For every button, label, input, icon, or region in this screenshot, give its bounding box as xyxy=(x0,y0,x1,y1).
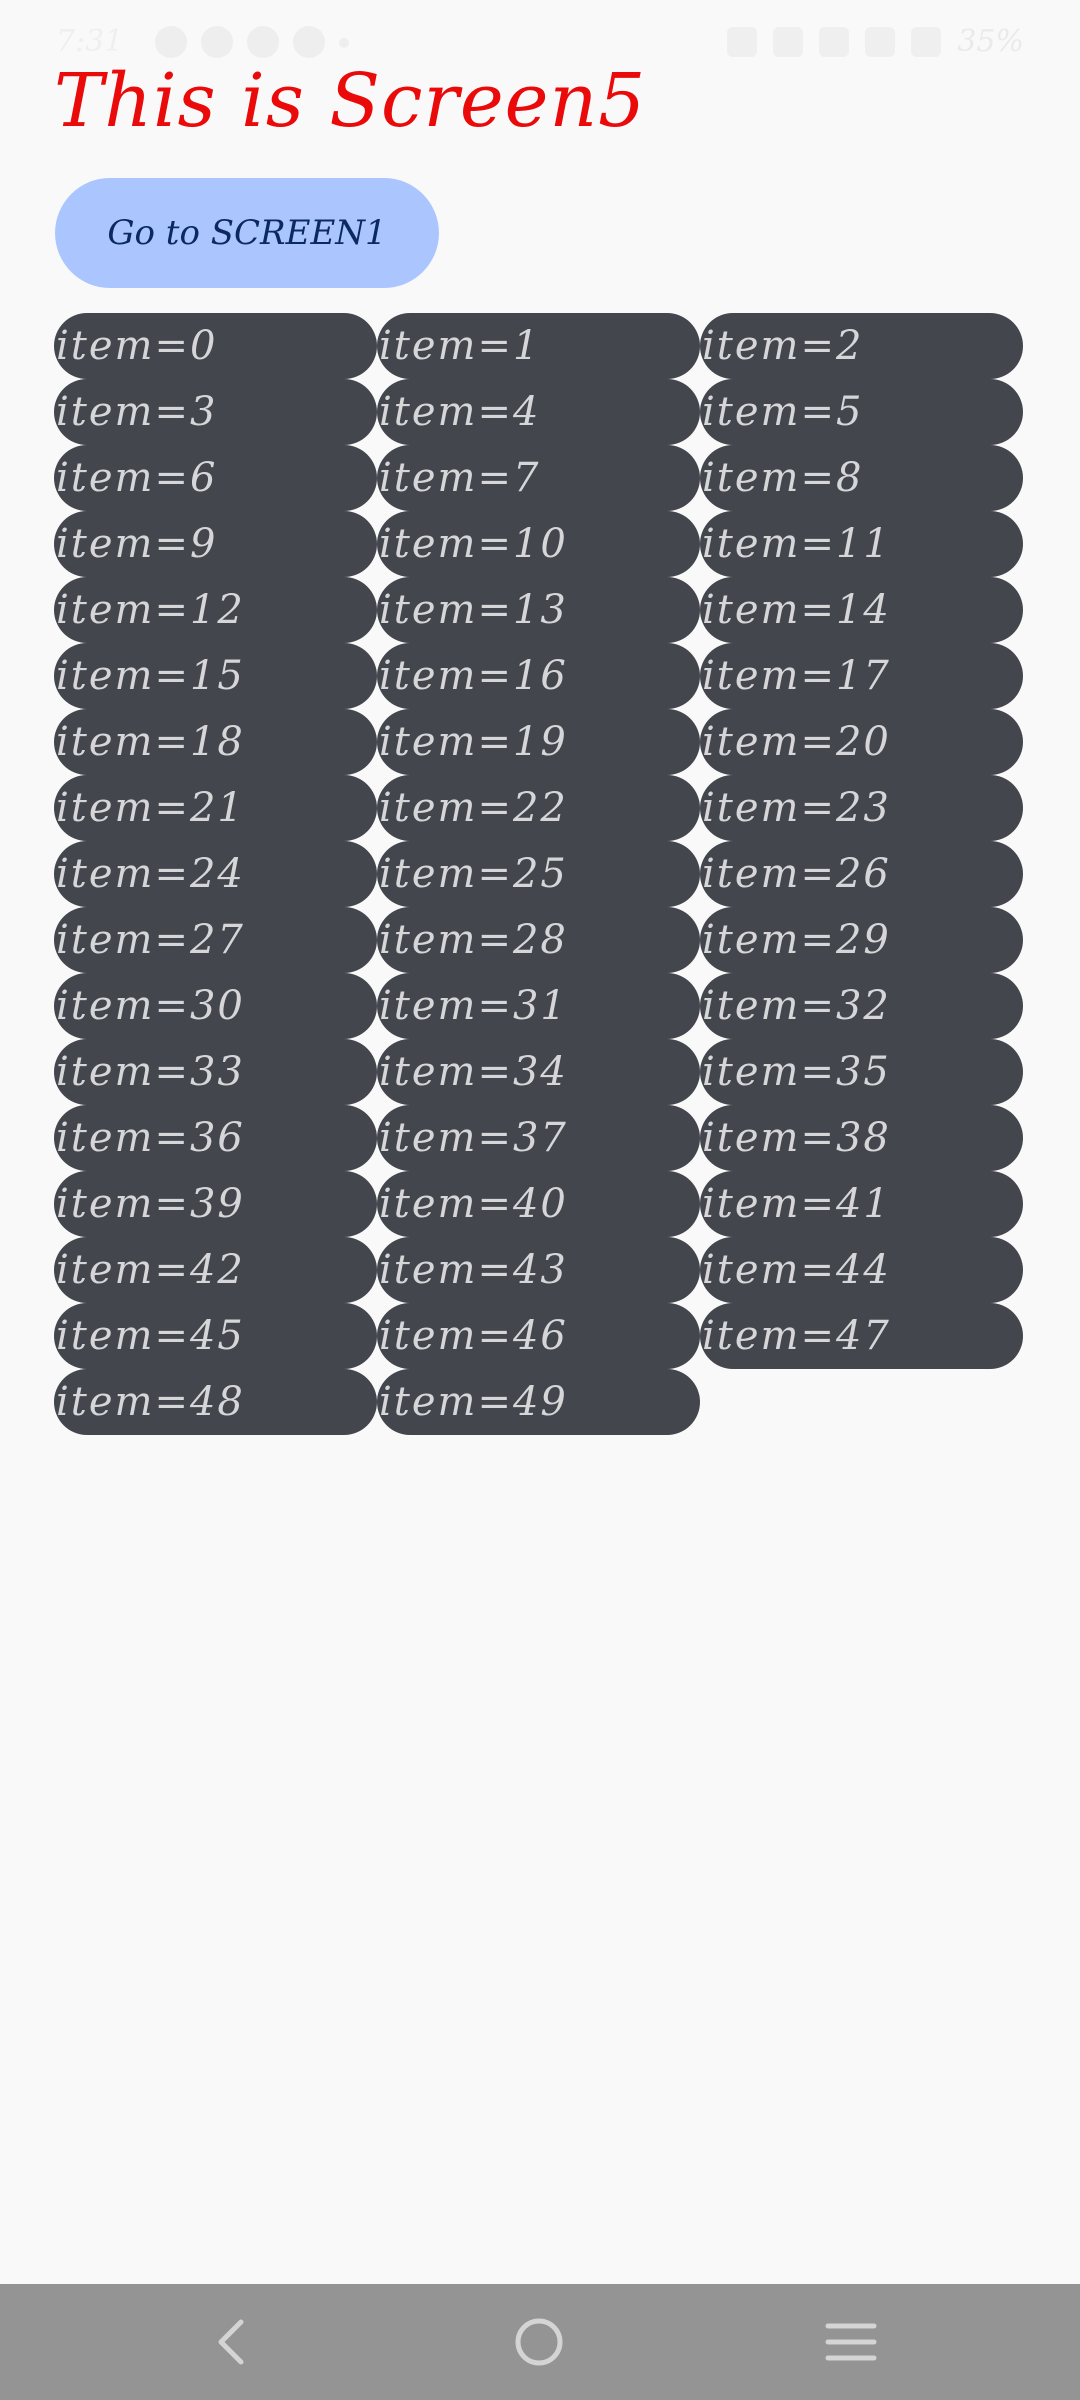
grid-item[interactable]: item=28 xyxy=(377,907,700,973)
grid-item[interactable]: item=9 xyxy=(54,511,377,577)
grid-item[interactable]: item=45 xyxy=(54,1303,377,1369)
grid-item[interactable]: item=31 xyxy=(377,973,700,1039)
go-to-screen1-button[interactable]: Go to SCREEN1 xyxy=(55,178,439,288)
grid-item[interactable]: item=41 xyxy=(700,1171,1023,1237)
grid-item[interactable]: item=40 xyxy=(377,1171,700,1237)
grid-item[interactable]: item=47 xyxy=(700,1303,1023,1369)
grid-item[interactable]: item=20 xyxy=(700,709,1023,775)
wifi-icon xyxy=(819,26,850,57)
grid-item[interactable]: item=19 xyxy=(377,709,700,775)
grid-item[interactable]: item=36 xyxy=(54,1105,377,1171)
grid-item[interactable]: item=8 xyxy=(700,445,1023,511)
grid-item[interactable]: item=46 xyxy=(377,1303,700,1369)
grid-item[interactable]: item=21 xyxy=(54,775,377,841)
grid-item[interactable]: item=2 xyxy=(700,313,1023,379)
grid-item[interactable]: item=42 xyxy=(54,1237,377,1303)
grid-item[interactable]: item=30 xyxy=(54,973,377,1039)
grid-item[interactable]: item=23 xyxy=(700,775,1023,841)
grid-item[interactable]: item=35 xyxy=(700,1039,1023,1105)
grid-item[interactable]: item=29 xyxy=(700,907,1023,973)
grid-item[interactable]: item=22 xyxy=(377,775,700,841)
signal-icon xyxy=(773,26,804,57)
home-icon[interactable] xyxy=(513,2316,565,2368)
status-time: 7:31 xyxy=(56,24,124,59)
cell-signal-icon xyxy=(865,26,896,57)
grid-item[interactable]: item=26 xyxy=(700,841,1023,907)
grid-item[interactable]: item=5 xyxy=(700,379,1023,445)
grid-item[interactable]: item=1 xyxy=(377,313,700,379)
grid-item[interactable]: item=16 xyxy=(377,643,700,709)
notification-icons xyxy=(155,26,349,58)
grid-item[interactable]: item=27 xyxy=(54,907,377,973)
grid-item[interactable]: item=13 xyxy=(377,577,700,643)
grid-item[interactable]: item=37 xyxy=(377,1105,700,1171)
navigation-bar xyxy=(0,2284,1080,2400)
system-icons: 35% xyxy=(727,24,1024,59)
grid-item[interactable]: item=43 xyxy=(377,1237,700,1303)
snapchat-icon xyxy=(155,26,187,58)
recents-menu-icon[interactable] xyxy=(824,2318,878,2366)
grid-item[interactable]: item=14 xyxy=(700,577,1023,643)
page-title: This is Screen5 xyxy=(54,58,647,144)
grid-item[interactable]: item=39 xyxy=(54,1171,377,1237)
grid-item[interactable]: item=18 xyxy=(54,709,377,775)
grid-item[interactable]: item=34 xyxy=(377,1039,700,1105)
grid-item[interactable]: item=17 xyxy=(700,643,1023,709)
grid-item[interactable]: item=6 xyxy=(54,445,377,511)
battery-icon xyxy=(911,26,942,57)
grid-item[interactable]: item=49 xyxy=(377,1369,700,1435)
grid-item[interactable]: item=32 xyxy=(700,973,1023,1039)
snapchat-icon xyxy=(201,26,233,58)
whatsapp-icon xyxy=(293,26,325,58)
back-icon[interactable] xyxy=(205,2314,261,2370)
grid-item[interactable]: item=25 xyxy=(377,841,700,907)
grid-item[interactable]: item=24 xyxy=(54,841,377,907)
battery-percentage: 35% xyxy=(957,24,1024,59)
grid-item[interactable]: item=7 xyxy=(377,445,700,511)
snapchat-icon xyxy=(247,26,279,58)
grid-item[interactable]: item=0 xyxy=(54,313,377,379)
grid-item[interactable]: item=10 xyxy=(377,511,700,577)
grid-item[interactable]: item=4 xyxy=(377,379,700,445)
items-grid: item=0 item=1 item=2 item=3 item=4 item=5 item… xyxy=(54,313,1026,1435)
grid-item[interactable]: item=38 xyxy=(700,1105,1023,1171)
grid-item[interactable]: item=11 xyxy=(700,511,1023,577)
grid-item[interactable]: item=12 xyxy=(54,577,377,643)
grid-item[interactable]: item=3 xyxy=(54,379,377,445)
dot-icon xyxy=(339,38,349,48)
grid-item[interactable]: item=44 xyxy=(700,1237,1023,1303)
grid-item[interactable]: item=15 xyxy=(54,643,377,709)
grid-item[interactable]: item=33 xyxy=(54,1039,377,1105)
alarm-icon xyxy=(727,26,758,57)
grid-item[interactable]: item=48 xyxy=(54,1369,377,1435)
